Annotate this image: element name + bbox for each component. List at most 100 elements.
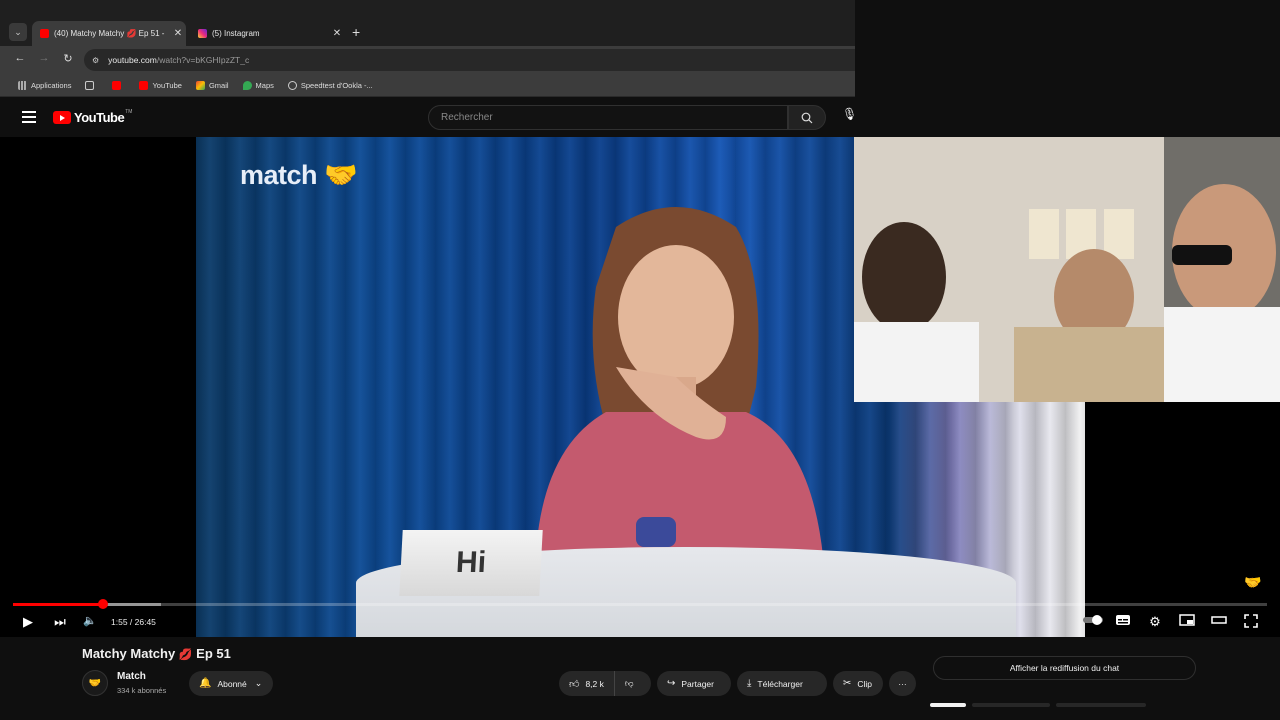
scissors-icon: ✂ — [843, 678, 852, 689]
new-tab-icon[interactable]: + — [352, 24, 360, 40]
url-path: /watch?v=bKGHIpzZT_c — [156, 55, 250, 65]
bookmark-label: Applications — [31, 80, 72, 90]
video-title: Matchy Matchy 💋 Ep 51 — [82, 646, 231, 661]
like-button[interactable]: 👍︎ 8,2 k — [559, 671, 615, 696]
subscribed-label: Abonné — [217, 678, 247, 689]
close-tab-icon[interactable]: ✕ — [170, 28, 186, 39]
like-dislike-group: 👍︎ 8,2 k 👎︎ — [559, 671, 651, 696]
search-button[interactable] — [788, 105, 826, 130]
youtube-icon — [112, 80, 122, 90]
bookmark-label: Gmail — [208, 80, 229, 90]
bookmarks-bar: Applications YouTube Gmail Maps Speedtes… — [0, 74, 855, 97]
instagram-icon — [198, 29, 207, 38]
speedtest-icon — [287, 80, 297, 90]
lips-emoji: 💋 — [178, 649, 193, 661]
microphone-icon[interactable]: 🎙 — [842, 107, 857, 127]
address-bar[interactable]: ⚙ youtube.com/watch?v=bKGHIpzZT_c — [84, 49, 855, 71]
clip-button[interactable]: ✂ Clip — [833, 671, 883, 696]
volume-icon[interactable]: 🔈 — [80, 614, 100, 627]
channel-avatar[interactable]: 🤝 — [82, 670, 108, 696]
logo-tm: TM — [125, 108, 133, 115]
youtube-header: YouTube TM Rechercher 🎙 — [0, 97, 1280, 137]
dislike-button[interactable]: 👎︎ — [615, 671, 644, 696]
tab-search-dropdown-icon[interactable]: ⌄ — [9, 23, 27, 41]
gmail-icon — [195, 80, 205, 90]
channel-name[interactable]: Match — [117, 671, 146, 682]
back-arrow-icon[interactable]: ← — [12, 52, 28, 64]
settings-gear-icon[interactable]: ⚙ — [1145, 614, 1165, 630]
video-title-text: Matchy Matchy — [82, 646, 176, 661]
apps-grid-icon — [18, 80, 27, 90]
subscribed-button[interactable]: 🔔 Abonné ⌄ — [189, 671, 273, 696]
bookmark-youtube[interactable]: YouTube — [139, 80, 182, 90]
tab-youtube[interactable]: (40) Matchy Matchy 💋 Ep 51 - ✕ — [32, 21, 186, 46]
miniplayer-icon[interactable] — [1177, 614, 1197, 629]
bookmark-maps[interactable]: Maps — [242, 80, 274, 90]
browser-toolbar: ← → ↻ ⚙ youtube.com/watch?v=bKGHIpzZT_c — [0, 46, 855, 74]
tab-instagram[interactable]: (5) Instagram ✕ — [190, 21, 345, 46]
next-icon[interactable]: ⏭ — [50, 614, 70, 630]
grid-icon — [85, 80, 95, 90]
time-display: 1:55 / 26:45 — [111, 617, 156, 627]
bookmark-label: Speedtest d'Ookla -... — [300, 80, 373, 90]
menu-icon[interactable] — [22, 111, 36, 123]
logo-text: YouTube — [74, 110, 125, 125]
video-player[interactable]: match 🤝 Hi 🤝 ▶ ⏭ 🔈 1:55 / 26:45 ⚙ — [0, 137, 1280, 637]
progress-bar[interactable] — [13, 599, 1267, 609]
play-icon[interactable]: ▶ — [18, 614, 38, 630]
subscriber-count: 334 k abonnés — [117, 686, 167, 695]
clip-label: Clip — [857, 678, 873, 689]
youtube-icon — [139, 80, 149, 90]
tab-title: (5) Instagram — [212, 29, 260, 38]
chip[interactable] — [1056, 703, 1146, 707]
show-chat-replay-button[interactable]: Afficher la rediffusion du chat — [933, 656, 1196, 680]
bell-icon: 🔔 — [199, 678, 212, 689]
bookmark-speedtest[interactable]: Speedtest d'Ookla -... — [287, 80, 373, 90]
video-episode: Ep 51 — [196, 646, 231, 661]
share-label: Partager — [681, 678, 714, 689]
site-info-icon[interactable]: ⚙ — [92, 56, 99, 65]
close-tab-icon[interactable]: ✕ — [329, 28, 345, 39]
bookmark-gmail[interactable]: Gmail — [195, 80, 229, 90]
search-icon — [801, 112, 813, 123]
fullscreen-icon[interactable] — [1241, 614, 1261, 631]
bookmark-youtube-short[interactable] — [112, 80, 125, 90]
download-icon: ⤓ — [747, 678, 752, 689]
match-logo: match 🤝 — [240, 160, 358, 190]
share-button[interactable]: ↪ Partager — [657, 671, 731, 696]
bookmark-applications[interactable]: Applications — [18, 80, 72, 90]
url-host: youtube.com — [108, 55, 157, 65]
thumbs-down-icon: 👎︎ — [624, 678, 634, 688]
channel-watermark-icon: 🤝 — [1244, 574, 1262, 590]
reload-icon[interactable]: ↻ — [60, 52, 76, 65]
youtube-logo[interactable]: YouTube TM — [53, 108, 133, 125]
bookmark-tab-groups[interactable] — [85, 80, 98, 90]
share-arrow-icon: ↪ — [667, 678, 676, 689]
forward-arrow-icon[interactable]: → — [36, 52, 52, 64]
download-label: Télécharger — [757, 678, 803, 689]
thumbs-up-icon: 👍︎ — [569, 678, 580, 690]
autoplay-toggle[interactable] — [1081, 614, 1105, 629]
bookmark-label: YouTube — [152, 80, 182, 90]
name-card: Hi — [399, 530, 543, 596]
played-bar — [13, 603, 104, 606]
subtitles-icon[interactable] — [1113, 614, 1133, 629]
theater-mode-icon[interactable] — [1209, 614, 1229, 629]
chevron-down-icon: ⌄ — [254, 678, 263, 688]
player-controls: ▶ ⏭ 🔈 1:55 / 26:45 ⚙ — [0, 609, 1280, 637]
browser-tab-strip: ⌄ (40) Matchy Matchy 💋 Ep 51 - ✕ (5) Ins… — [0, 0, 855, 46]
chip[interactable] — [972, 703, 1050, 707]
download-button[interactable]: ⤓ Télécharger — [737, 671, 827, 696]
like-count: 8,2 k — [585, 678, 604, 689]
webcam-people-image — [854, 137, 1280, 402]
youtube-play-icon — [53, 111, 71, 124]
webcam-overlay — [854, 137, 1280, 402]
chip-active[interactable] — [930, 703, 966, 707]
tab-title: (40) Matchy Matchy 💋 Ep 51 - — [54, 29, 165, 38]
search-input[interactable]: Rechercher — [428, 105, 788, 130]
more-icon: ··· — [898, 678, 907, 689]
scrubber-handle[interactable] — [98, 599, 109, 609]
more-actions-button[interactable]: ··· — [889, 671, 916, 696]
bookmark-label: Maps — [255, 80, 274, 90]
youtube-icon — [40, 29, 49, 38]
